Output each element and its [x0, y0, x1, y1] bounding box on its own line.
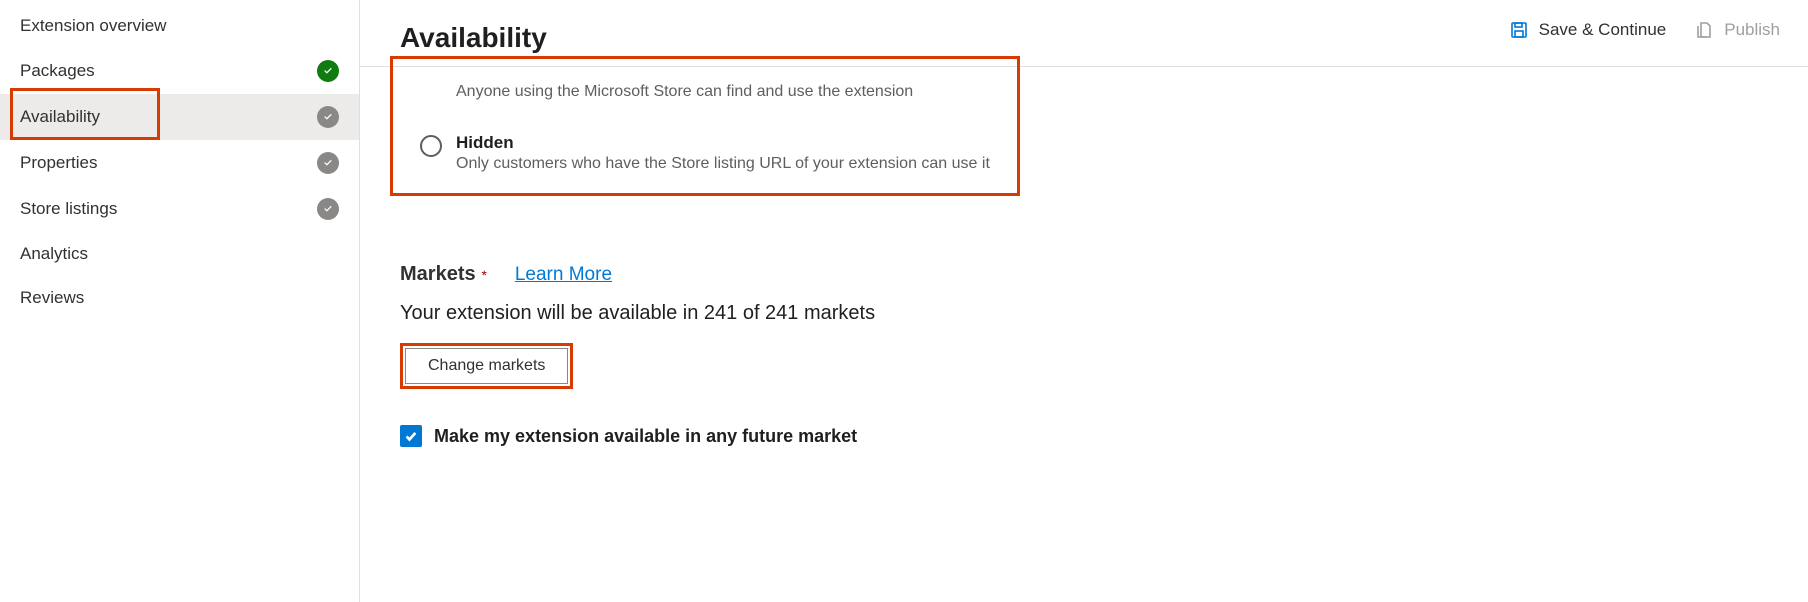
main-content: Availability Anyone using the Microsoft …	[360, 0, 1808, 602]
annotation-highlight: Change markets	[400, 343, 573, 389]
sidebar-item-reviews[interactable]: Reviews	[0, 276, 359, 320]
sidebar-item-label: Store listings	[20, 199, 117, 219]
markets-heading: Markets	[400, 263, 476, 286]
check-circle-icon	[317, 152, 339, 174]
sidebar-item-label: Reviews	[20, 288, 84, 308]
visibility-public-desc: Anyone using the Microsoft Store can fin…	[456, 83, 913, 101]
learn-more-link[interactable]: Learn More	[515, 264, 612, 285]
save-continue-button[interactable]: Save & Continue	[1509, 20, 1667, 40]
check-circle-icon	[317, 60, 339, 82]
sidebar-item-store-listings[interactable]: Store listings	[0, 186, 359, 232]
visibility-hidden-title: Hidden	[456, 133, 990, 153]
visibility-option-hidden[interactable]: Hidden Only customers who have the Store…	[420, 129, 1748, 177]
sidebar-item-label: Extension overview	[20, 16, 166, 36]
sidebar-item-availability[interactable]: Availability	[0, 94, 359, 140]
radio-icon[interactable]	[420, 135, 442, 157]
publish-icon	[1694, 20, 1714, 40]
header-actions: Save & Continue Publish	[1509, 20, 1780, 40]
sidebar-item-extension-overview[interactable]: Extension overview	[0, 4, 359, 48]
visibility-hidden-desc: Only customers who have the Store listin…	[456, 155, 990, 173]
future-markets-label: Make my extension available in any futur…	[434, 426, 857, 447]
change-markets-button[interactable]: Change markets	[405, 348, 568, 384]
sidebar-item-label: Availability	[20, 107, 100, 127]
sidebar-item-label: Packages	[20, 61, 95, 81]
visibility-options: Anyone using the Microsoft Store can fin…	[400, 67, 1768, 191]
sidebar-item-label: Properties	[20, 153, 97, 173]
required-indicator: *	[482, 267, 487, 283]
markets-section: Markets * Learn More Your extension will…	[400, 263, 1768, 447]
check-circle-icon	[317, 198, 339, 220]
checkbox-checked-icon[interactable]	[400, 425, 422, 447]
markets-count-text: Your extension will be available in 241 …	[400, 302, 1768, 325]
sidebar-nav: Extension overview Packages Availability…	[0, 0, 360, 602]
sidebar-item-analytics[interactable]: Analytics	[0, 232, 359, 276]
future-markets-checkbox-row[interactable]: Make my extension available in any futur…	[400, 425, 1768, 447]
sidebar-item-packages[interactable]: Packages	[0, 48, 359, 94]
visibility-option-public[interactable]: Anyone using the Microsoft Store can fin…	[420, 77, 1748, 105]
publish-button: Publish	[1694, 20, 1780, 40]
sidebar-item-properties[interactable]: Properties	[0, 140, 359, 186]
sidebar-item-label: Analytics	[20, 244, 88, 264]
save-icon	[1509, 20, 1529, 40]
check-circle-icon	[317, 106, 339, 128]
